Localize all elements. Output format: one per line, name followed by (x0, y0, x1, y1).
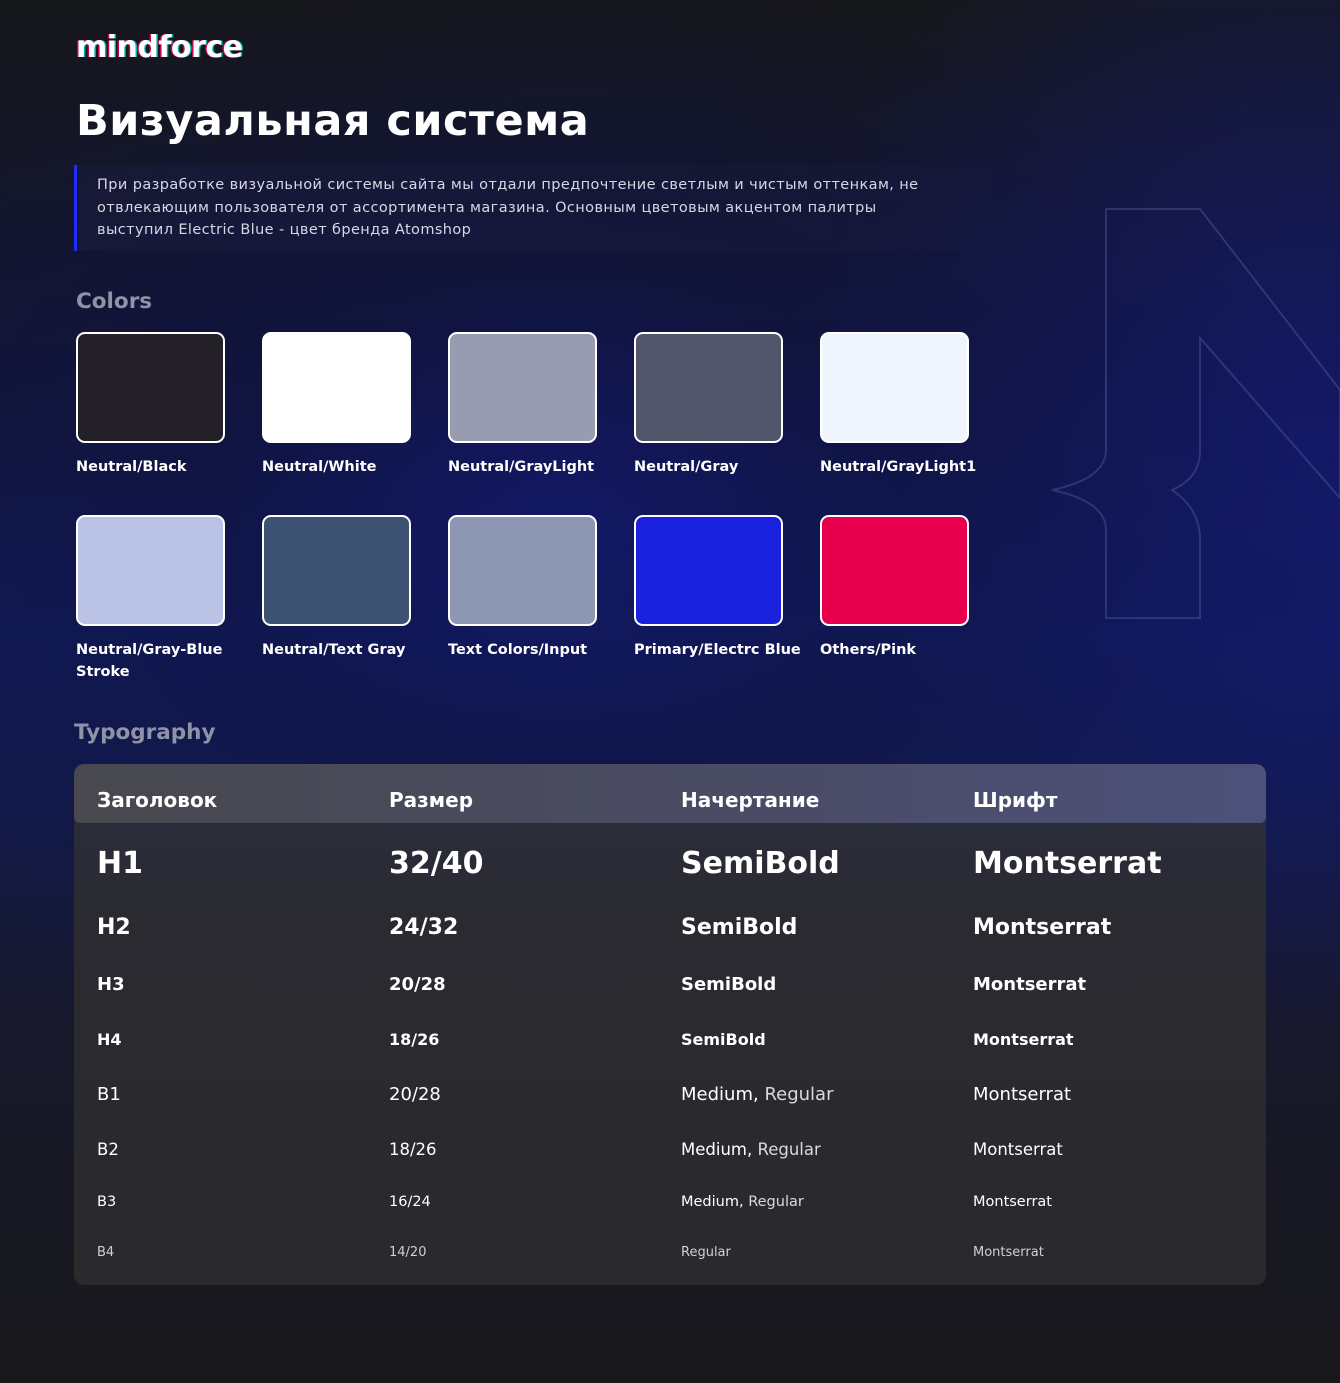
color-swatch-neutral-white: Neutral/White (262, 332, 411, 478)
cell-size: 32/40 (389, 846, 484, 881)
color-swatch-text-colors-input: Text Colors/Input (448, 515, 597, 661)
swatch-label: Text Colors/Input (448, 642, 588, 658)
color-swatch-neutral-text-gray: Neutral/Text Gray (262, 515, 411, 661)
page-title: Визуальная система (76, 96, 590, 146)
cell-style-name: B2 (97, 1140, 119, 1159)
weight-secondary: Regular (764, 1084, 834, 1105)
swatch-label: Primary/Electrc Blue (634, 642, 801, 658)
swatch-label: Neutral/Text Gray (262, 642, 406, 658)
weight-primary: SemiBold (681, 915, 798, 940)
swatch-color-box (634, 332, 783, 443)
table-header: Заголовок Размер Начертание Шрифт (74, 764, 1266, 823)
cell-size: 18/26 (389, 1030, 440, 1049)
cell-size: 20/28 (389, 1084, 441, 1105)
weight-primary: Medium, (681, 1194, 744, 1210)
typography-table: Заголовок Размер Начертание Шрифт H1 32/… (74, 764, 1266, 1285)
swatch-label: Neutral/GrayLight (448, 459, 595, 475)
cell-weight: SemiBold (681, 915, 797, 940)
cell-size: 14/20 (389, 1245, 427, 1260)
column-header-font: Шрифт (973, 788, 1058, 812)
intro-line: выступил Electric Blue - цвет бренда Ato… (97, 222, 472, 238)
color-swatch-neutral-gray-blue-stroke: Neutral/Gray-Blue Stroke (76, 515, 225, 683)
swatch-color-box (448, 515, 597, 626)
cell-weight: SemiBold (681, 1030, 766, 1049)
cell-font: Montserrat (973, 1245, 1044, 1260)
cell-size: 18/26 (389, 1140, 437, 1159)
swatch-label: Neutral/GrayLight1 (820, 459, 977, 475)
cell-font: Montserrat (973, 1140, 1063, 1159)
cell-font: Montserrat (973, 915, 1112, 940)
cell-style-name: B4 (97, 1245, 115, 1260)
swatch-color-box (76, 515, 225, 626)
swatch-label: Neutral/Gray-Blue Stroke (76, 642, 223, 680)
column-header-weight: Начертание (681, 788, 820, 812)
typography-section-title: Typography (74, 720, 216, 745)
swatch-color-box (262, 515, 411, 626)
cell-weight: Medium, Regular (681, 1194, 804, 1210)
cell-weight: Medium, Regular (681, 1140, 821, 1159)
cell-size: 16/24 (389, 1194, 431, 1210)
column-header-size: Размер (389, 788, 474, 812)
color-swatch-neutral-graylight: Neutral/GrayLight (448, 332, 597, 478)
cell-size: 24/32 (389, 915, 459, 940)
swatch-color-box (76, 332, 225, 443)
column-header-heading: Заголовок (97, 788, 218, 812)
swatch-label: Others/Pink (820, 642, 917, 658)
cell-style-name: B1 (97, 1084, 121, 1105)
weight-secondary: Regular (748, 1194, 804, 1210)
swatch-color-box (448, 332, 597, 443)
color-swatch-others-pink: Others/Pink (820, 515, 969, 661)
cell-weight: Regular (681, 1245, 731, 1260)
cell-font: Montserrat (973, 974, 1087, 995)
intro-callout: При разработке визуальной системы сайта … (74, 165, 994, 251)
color-swatch-neutral-black: Neutral/Black (76, 332, 225, 478)
color-swatch-primary-electric-blue: Primary/Electrc Blue (634, 515, 801, 661)
colors-section-title: Colors (76, 289, 153, 314)
weight-primary: Medium, (681, 1084, 759, 1105)
cell-style-name: H1 (97, 846, 143, 881)
color-swatch-neutral-graylight1: Neutral/GrayLight1 (820, 332, 976, 478)
swatch-label: Neutral/Black (76, 459, 187, 475)
swatch-color-box (262, 332, 411, 443)
cell-size: 20/28 (389, 974, 446, 995)
swatch-color-box (820, 515, 969, 626)
cell-style-name: H4 (97, 1030, 122, 1049)
cell-style-name: H3 (97, 974, 125, 995)
swatch-color-box (820, 332, 969, 443)
weight-primary: SemiBold (681, 1030, 766, 1049)
cell-style-name: B3 (97, 1194, 117, 1210)
cell-font: Montserrat (973, 846, 1162, 881)
mindforce-logo: mindforce (76, 30, 243, 65)
cell-font: Montserrat (973, 1084, 1072, 1105)
cell-weight: SemiBold (681, 846, 840, 881)
weight-primary: Regular (681, 1245, 731, 1260)
weight-secondary: Regular (757, 1140, 821, 1159)
cell-style-name: H2 (97, 915, 131, 940)
swatch-label: Neutral/White (262, 459, 377, 475)
weight-primary: SemiBold (681, 846, 840, 881)
cell-weight: Medium, Regular (681, 1084, 833, 1105)
weight-primary: SemiBold (681, 974, 777, 995)
cell-font: Montserrat (973, 1194, 1052, 1210)
cell-font: Montserrat (973, 1030, 1074, 1049)
decorative-letter-outline (1051, 208, 1340, 619)
cell-weight: SemiBold (681, 974, 776, 995)
intro-line: При разработке визуальной системы сайта … (97, 177, 919, 193)
swatch-label: Neutral/Gray (634, 459, 739, 475)
color-swatch-neutral-gray: Neutral/Gray (634, 332, 783, 478)
swatch-color-box (634, 515, 783, 626)
weight-primary: Medium, (681, 1140, 753, 1159)
intro-line: отвлекающим пользователя от ассортимента… (97, 199, 877, 216)
